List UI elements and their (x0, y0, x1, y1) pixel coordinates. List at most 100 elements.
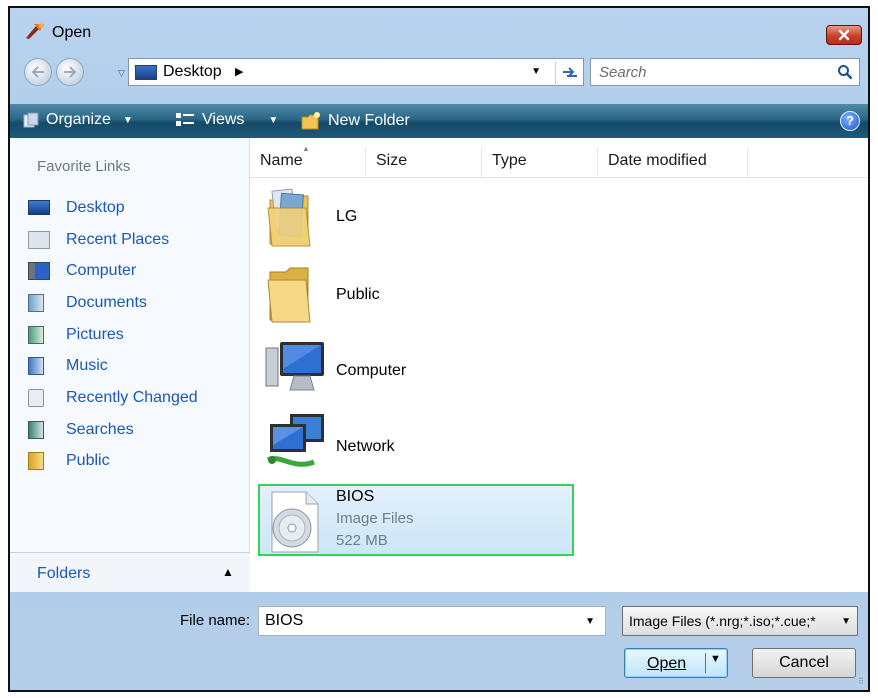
close-icon (838, 29, 850, 41)
sidebar-item-label: Searches (66, 420, 134, 438)
desktop-icon (28, 200, 50, 216)
file-name: LG (336, 208, 358, 225)
column-label: Type (492, 152, 527, 169)
title-bar: Open (10, 8, 868, 48)
recent-places-icon (28, 230, 50, 249)
sidebar-item-public[interactable]: Public (28, 446, 198, 478)
file-name-field[interactable]: BIOS ▼ (258, 606, 606, 636)
sidebar-item-label: Documents (66, 293, 147, 311)
file-type-select[interactable]: Image Files (*.nrg;*.iso;*.cue;* ▼ (622, 606, 858, 636)
sidebar-item-label: Recently Changed (66, 388, 198, 406)
resize-grip-icon[interactable]: ⠿ (858, 677, 864, 686)
open-label: Open (647, 655, 687, 672)
file-name-value: BIOS (265, 612, 304, 629)
column-label: Name (260, 152, 303, 169)
sidebar-item-computer[interactable]: Computer (28, 255, 198, 287)
forward-arrow-icon (64, 66, 77, 78)
app-icon (26, 23, 44, 39)
sidebar-item-pictures[interactable]: Pictures (28, 319, 198, 351)
folders-label: Folders (37, 565, 91, 582)
sidebar-item-music[interactable]: Music (28, 350, 198, 382)
views-caret-icon: ▼ (268, 114, 279, 126)
refresh-icon (562, 67, 577, 77)
file-type-value: Image Files (*.nrg;*.iso;*.cue;* (629, 613, 816, 629)
help-icon[interactable]: ? (840, 111, 860, 131)
column-label: Date modified (608, 152, 707, 169)
navigation-pane: Favorite Links Desktop Recent Places Com… (10, 138, 250, 592)
file-item-network[interactable]: Network (264, 410, 574, 482)
recent-pages-dropdown[interactable]: ▽ (118, 68, 125, 79)
forward-button[interactable] (56, 58, 84, 86)
computer-icon (28, 262, 50, 281)
back-arrow-icon (31, 66, 44, 78)
views-menu[interactable]: Views ▼ (174, 111, 278, 129)
open-dialog: Open ▽ Desktop ▶ ▼ Search Organize ▼ Vie… (8, 6, 870, 692)
navigation-bar: ▽ Desktop ▶ ▼ Search (10, 56, 868, 90)
column-label: Size (376, 152, 408, 169)
open-button[interactable]: Open ▼ (624, 648, 728, 678)
file-name: BIOS (336, 488, 375, 505)
sidebar-item-documents[interactable]: Documents (28, 287, 198, 319)
file-name: Public (336, 286, 380, 303)
column-header-date-modified[interactable]: Date modified (598, 148, 748, 178)
folder-icon (267, 267, 311, 323)
organize-menu[interactable]: Organize ▼ (22, 111, 133, 129)
sidebar-item-recent-places[interactable]: Recent Places (28, 224, 198, 256)
file-item-bios[interactable]: BIOS Image Files 522 MB (258, 484, 574, 556)
file-type: Image Files (336, 510, 414, 527)
back-button[interactable] (24, 58, 52, 86)
command-toolbar: Organize ▼ Views ▼ New Folder ? (10, 104, 868, 138)
close-button[interactable] (826, 25, 862, 45)
cancel-button[interactable]: Cancel (752, 648, 856, 678)
sidebar-item-label: Desktop (66, 198, 125, 216)
new-folder-label: New Folder (328, 112, 410, 129)
organize-label: Organize (46, 111, 111, 128)
new-folder-button[interactable]: New Folder (300, 111, 410, 131)
file-name-label: File name: (180, 612, 251, 629)
window-title: Open (52, 24, 92, 41)
sort-ascending-icon: ▲ (302, 144, 310, 153)
recently-changed-icon (28, 388, 44, 407)
music-icon (28, 357, 44, 376)
breadcrumb-chevron-icon[interactable]: ▶ (235, 65, 243, 78)
desktop-icon (135, 65, 157, 80)
favorite-links-list: Desktop Recent Places Computer Documents… (28, 192, 198, 477)
column-header-type[interactable]: Type (482, 148, 598, 178)
pictures-icon (28, 325, 44, 344)
documents-icon (28, 293, 44, 312)
sidebar-item-searches[interactable]: Searches (28, 414, 198, 446)
search-input[interactable]: Search (590, 58, 860, 86)
organize-caret-icon: ▼ (122, 114, 133, 126)
folder-icon (267, 188, 311, 247)
network-icon (266, 414, 324, 467)
searches-icon (28, 420, 44, 439)
dialog-footer: File name: BIOS ▼ Image Files (*.nrg;*.i… (10, 592, 868, 690)
column-header-size[interactable]: Size (366, 148, 482, 178)
file-name: Network (336, 438, 395, 455)
favorite-links-header: Favorite Links (37, 158, 131, 175)
address-dropdown-icon[interactable]: ▼ (531, 66, 541, 77)
views-icon (176, 113, 194, 126)
sidebar-item-label: Music (66, 357, 108, 375)
address-breadcrumb[interactable]: Desktop (163, 63, 222, 81)
refresh-button[interactable] (555, 62, 583, 86)
file-item-computer[interactable]: Computer (264, 336, 574, 408)
views-label: Views (202, 111, 245, 128)
sidebar-item-desktop[interactable]: Desktop (28, 192, 198, 224)
file-name-dropdown-icon[interactable]: ▼ (585, 616, 595, 627)
address-bar[interactable]: Desktop ▶ ▼ (128, 58, 584, 86)
folders-toggle[interactable]: Folders ▲ (10, 552, 250, 592)
sidebar-item-recently-changed[interactable]: Recently Changed (28, 382, 198, 414)
column-headers: ▲ Name Size Type Date modified (250, 144, 868, 178)
file-item-lg[interactable]: LG (264, 186, 574, 258)
sidebar-item-label: Pictures (66, 325, 124, 343)
chevron-down-icon: ▼ (841, 616, 851, 627)
search-icon[interactable] (837, 64, 853, 80)
file-item-public[interactable]: Public (264, 262, 574, 334)
sidebar-item-label: Computer (66, 262, 137, 280)
computer-icon (265, 342, 324, 391)
file-list-pane: ▲ Name Size Type Date modified LG Public… (250, 138, 868, 592)
column-header-name[interactable]: ▲ Name (250, 144, 366, 178)
open-options-dropdown-icon[interactable]: ▼ (705, 653, 721, 673)
sidebar-item-label: Recent Places (66, 230, 170, 248)
